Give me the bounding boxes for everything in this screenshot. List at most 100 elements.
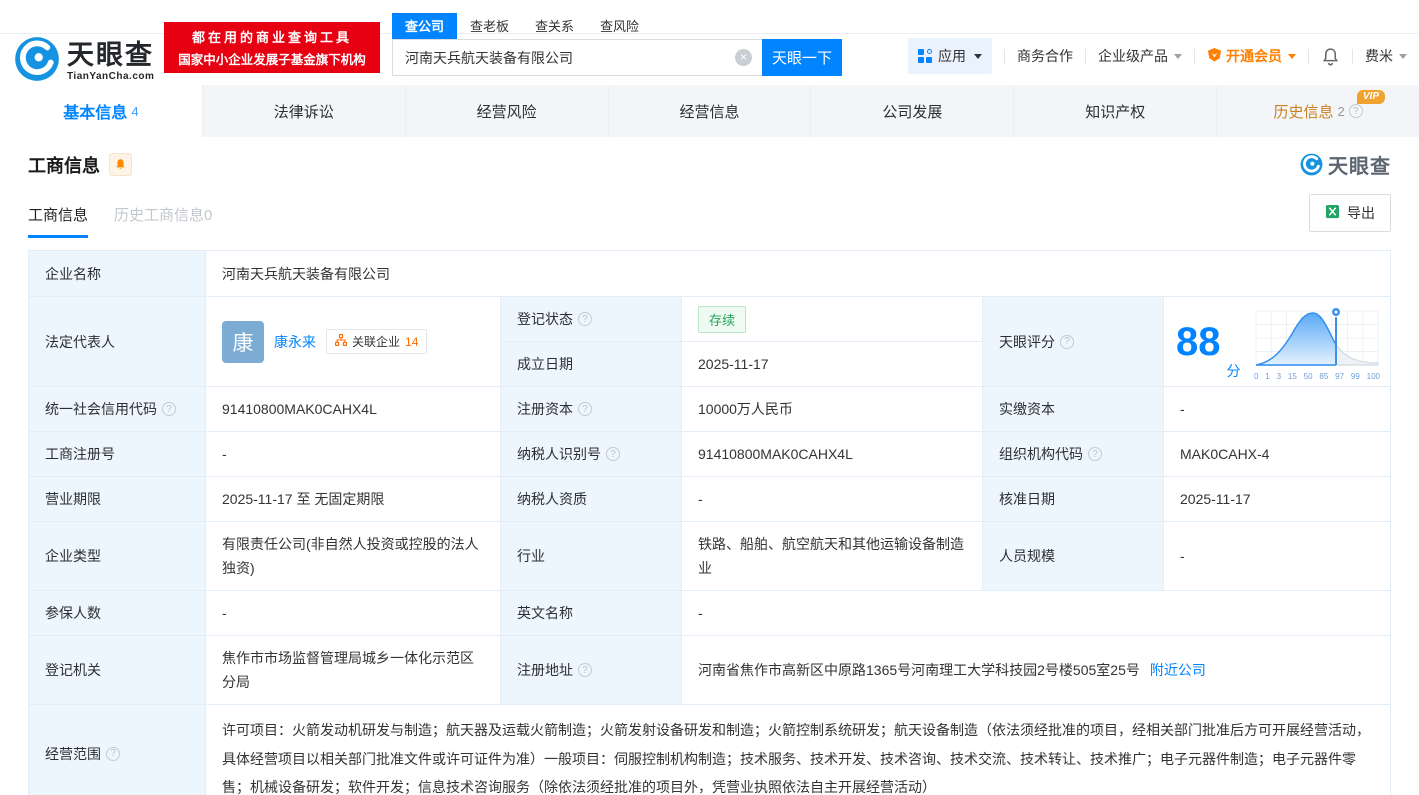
tab-legal-proceedings[interactable]: 法律诉讼 bbox=[203, 85, 406, 137]
company-name-value: 河南天兵航天装备有限公司 bbox=[206, 251, 1390, 296]
org-chart-icon bbox=[335, 334, 347, 349]
company-type-value: 有限责任公司(非自然人投资或控股的法人独资) bbox=[206, 522, 500, 590]
tab-company-development[interactable]: 公司发展 bbox=[811, 85, 1015, 137]
cooperation-link[interactable]: 商务合作 bbox=[1017, 46, 1073, 66]
vip-badge: VIP bbox=[1356, 90, 1386, 104]
tab-count: 2 bbox=[1337, 103, 1345, 119]
brand-slogan: 都在用的商业查询工具 国家中小企业发展子基金旗下机构 bbox=[164, 22, 380, 73]
staff-size-value: - bbox=[1164, 522, 1390, 590]
search-tab-relation[interactable]: 查关系 bbox=[522, 13, 587, 39]
field-label-reg-number: 工商注册号 bbox=[29, 432, 205, 476]
help-icon[interactable]: ? bbox=[162, 402, 176, 416]
chevron-down-icon bbox=[974, 53, 982, 59]
enterprise-products-menu[interactable]: 企业级产品 bbox=[1098, 46, 1182, 66]
legal-rep-avatar[interactable]: 康 bbox=[222, 320, 264, 363]
divider bbox=[1194, 48, 1195, 64]
top-navigation: 应用 商务合作 企业级产品 开通会员 费米 bbox=[908, 38, 1407, 74]
search-tab-risk[interactable]: 查风险 bbox=[587, 13, 652, 39]
search-tab-boss[interactable]: 查老板 bbox=[457, 13, 522, 39]
chevron-down-icon bbox=[1288, 53, 1296, 59]
reg-number-value: - bbox=[206, 432, 500, 476]
related-companies-badge[interactable]: 关联企业 14 bbox=[326, 329, 428, 354]
vip-crown-icon bbox=[1207, 47, 1222, 65]
field-label-org-code: 组织机构代码? bbox=[983, 432, 1163, 476]
reg-capital-value: 10000万人民币 bbox=[682, 387, 982, 431]
tab-intellectual-property[interactable]: 知识产权 bbox=[1014, 85, 1218, 137]
business-info-table: 企业名称 河南天兵航天装备有限公司 法定代表人 康 康永来 关联企业 14 登记… bbox=[28, 250, 1391, 795]
search-input[interactable] bbox=[392, 39, 762, 76]
vip-upgrade-menu[interactable]: 开通会员 bbox=[1207, 46, 1296, 66]
username: 费米 bbox=[1365, 48, 1393, 64]
field-label-taxpayer-id: 纳税人识别号? bbox=[501, 432, 681, 476]
watermark-text: 天眼查 bbox=[1328, 156, 1391, 178]
tianyan-score-cell[interactable]: 88 分 0 1 3 15 50 85 97 99 100 bbox=[1164, 297, 1390, 386]
field-label-approval-date: 核准日期 bbox=[983, 477, 1163, 521]
help-icon[interactable]: ? bbox=[578, 402, 592, 416]
status-badge: 存续 bbox=[698, 305, 747, 333]
approval-date-value: 2025-11-17 bbox=[1164, 477, 1390, 521]
divider bbox=[1004, 48, 1005, 64]
tab-business-info[interactable]: 经营信息 bbox=[609, 85, 812, 137]
industry-value: 铁路、船舶、航空航天和其他运输设备制造业 bbox=[682, 522, 982, 590]
org-code-value: MAK0CAHX-4 bbox=[1164, 432, 1390, 476]
user-menu[interactable]: 费米 bbox=[1365, 46, 1407, 66]
brand-name: 天眼查 bbox=[67, 39, 154, 70]
field-label-reg-authority: 登记机关 bbox=[29, 636, 205, 704]
legal-rep-link[interactable]: 康永来 bbox=[274, 332, 316, 352]
field-label-reg-status: 登记状态? bbox=[501, 297, 681, 341]
tianyancha-swirl-icon bbox=[14, 36, 60, 87]
export-button[interactable]: 导出 bbox=[1309, 194, 1391, 232]
subtab-business-info[interactable]: 工商信息 bbox=[28, 204, 89, 238]
search-module: 查公司 查老板 查关系 查风险 × 天眼一下 bbox=[392, 13, 842, 76]
nearby-companies-link[interactable]: 附近公司 bbox=[1150, 660, 1206, 680]
tab-history-info[interactable]: VIP 历史信息 2 ? bbox=[1217, 85, 1419, 137]
reg-authority-value: 焦作市市场监督管理局城乡一体化示范区分局 bbox=[206, 636, 500, 704]
notifications-bell-icon[interactable] bbox=[1321, 47, 1340, 66]
field-label-paid-capital: 实缴资本 bbox=[983, 387, 1163, 431]
field-label-industry: 行业 bbox=[501, 522, 681, 590]
reg-address-cell: 河南省焦作市高新区中原路1365号河南理工大学科技园2号楼505室25号 附近公… bbox=[682, 636, 1390, 704]
score-unit: 分 bbox=[1226, 363, 1241, 379]
tab-operating-risk[interactable]: 经营风险 bbox=[406, 85, 609, 137]
subscribe-bell-icon[interactable] bbox=[109, 153, 132, 176]
reg-address-value: 河南省焦作市高新区中原路1365号河南理工大学科技园2号楼505室25号 bbox=[698, 662, 1140, 678]
field-label-legal-rep: 法定代表人 bbox=[29, 297, 205, 386]
search-button[interactable]: 天眼一下 bbox=[762, 39, 842, 76]
score-axis-labels: 0 1 3 15 50 85 97 99 100 bbox=[1254, 371, 1380, 381]
score-distribution-chart: 0 1 3 15 50 85 97 99 100 bbox=[1252, 303, 1382, 381]
field-label-staff-size: 人员规模 bbox=[983, 522, 1163, 590]
reg-status-cell: 存续 bbox=[682, 297, 982, 341]
apps-grid-icon bbox=[918, 49, 932, 63]
field-label-taxpayer-quality: 纳税人资质 bbox=[501, 477, 681, 521]
help-icon[interactable]: ? bbox=[578, 663, 592, 677]
help-icon[interactable]: ? bbox=[1348, 104, 1363, 118]
tianyancha-logo[interactable]: 天眼查 TianYanCha.com bbox=[14, 36, 154, 87]
taxpayer-quality-value: - bbox=[682, 477, 982, 521]
clear-search-icon[interactable]: × bbox=[735, 49, 752, 66]
business-scope-value: 许可项目：火箭发动机研发与制造；航天器及运载火箭制造；火箭发射设备研发和制造；火… bbox=[206, 705, 1390, 795]
search-tab-company[interactable]: 查公司 bbox=[392, 13, 458, 39]
help-icon[interactable]: ? bbox=[1088, 447, 1102, 461]
divider bbox=[1085, 48, 1086, 64]
business-term-value: 2025-11-17 至 无固定期限 bbox=[206, 477, 500, 521]
help-icon[interactable]: ? bbox=[1060, 334, 1074, 349]
slogan-line2: 国家中小企业发展子基金旗下机构 bbox=[178, 53, 366, 67]
watermark-logo: 天眼查 bbox=[1300, 150, 1391, 179]
tab-basic-info[interactable]: 基本信息 4 bbox=[0, 85, 203, 137]
help-icon[interactable]: ? bbox=[106, 746, 120, 761]
subtab-history-business-info[interactable]: 历史工商信息0 bbox=[114, 204, 212, 238]
main-content: 工商信息 天眼查 工商信息 历史工商信息0 导出 企业名称 河南天兵航天装备有限… bbox=[0, 150, 1419, 795]
help-icon[interactable]: ? bbox=[578, 312, 592, 326]
insured-count-value: - bbox=[206, 591, 500, 635]
field-label-credit-code: 统一社会信用代码? bbox=[29, 387, 205, 431]
field-label-reg-address: 注册地址? bbox=[501, 636, 681, 704]
field-label-reg-capital: 注册资本? bbox=[501, 387, 681, 431]
search-type-tabs: 查公司 查老板 查关系 查风险 bbox=[392, 13, 842, 39]
page-header: 天眼查 TianYanCha.com 都在用的商业查询工具 国家中小企业发展子基… bbox=[0, 0, 1419, 85]
divider bbox=[1352, 48, 1353, 64]
credit-code-value: 91410800MAK0CAHX4L bbox=[206, 387, 500, 431]
field-label-english-name: 英文名称 bbox=[501, 591, 681, 635]
apps-menu[interactable]: 应用 bbox=[908, 38, 992, 74]
apps-label: 应用 bbox=[938, 48, 966, 64]
help-icon[interactable]: ? bbox=[606, 447, 620, 461]
